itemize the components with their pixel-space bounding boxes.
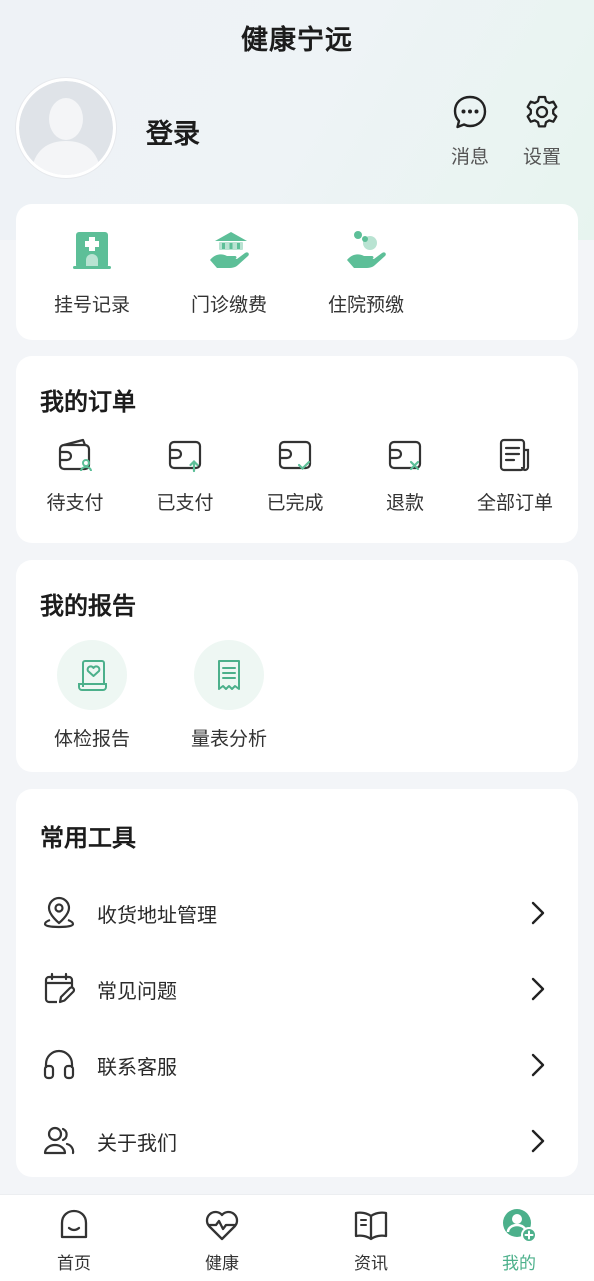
settings-button[interactable]: 设置 bbox=[507, 94, 577, 169]
chevron-right-icon bbox=[531, 1053, 545, 1077]
bottom-tab-bar: 首页 健康 资讯 我的 bbox=[0, 1194, 594, 1281]
login-link[interactable]: 登录 bbox=[146, 112, 200, 151]
gear-icon bbox=[526, 95, 558, 128]
orders-title: 我的订单 bbox=[40, 388, 136, 416]
tools-title: 常用工具 bbox=[40, 824, 136, 852]
quick-action-label: 门诊缴费 bbox=[190, 294, 267, 316]
order-pending-payment[interactable]: 待支付 bbox=[20, 436, 130, 515]
quick-action-label: 住院预缴 bbox=[327, 294, 404, 316]
quick-action-registration[interactable]: 挂号记录 bbox=[22, 228, 162, 317]
report-label: 体检报告 bbox=[53, 728, 130, 750]
order-label: 已完成 bbox=[266, 492, 324, 514]
order-refund[interactable]: 退款 bbox=[350, 436, 460, 515]
location-icon bbox=[43, 896, 75, 929]
quick-action-outpatient-payment[interactable]: 门诊缴费 bbox=[159, 228, 299, 317]
reports-card: 我的报告 体检报告 量表分析 bbox=[16, 560, 578, 772]
quick-actions-card: 挂号记录 门诊缴费 住院预缴 bbox=[16, 204, 578, 340]
page-title: 健康宁远 bbox=[241, 25, 353, 56]
tab-news[interactable]: 资讯 bbox=[321, 1207, 421, 1274]
chevron-right-icon bbox=[531, 901, 545, 925]
heart-pulse-icon bbox=[205, 1210, 239, 1241]
tab-label: 首页 bbox=[57, 1254, 91, 1274]
tool-contact-support[interactable]: 联系客服 bbox=[16, 1035, 578, 1095]
tab-mine[interactable]: 我的 bbox=[469, 1207, 569, 1274]
wallet-refund-icon bbox=[388, 440, 422, 471]
order-completed[interactable]: 已完成 bbox=[240, 436, 350, 515]
tool-label: 收货地址管理 bbox=[97, 903, 217, 927]
wallet-pending-icon bbox=[58, 438, 92, 472]
tab-label: 资讯 bbox=[354, 1254, 388, 1274]
hand-payment-icon bbox=[210, 232, 249, 268]
all-orders-icon bbox=[499, 438, 530, 472]
users-icon bbox=[43, 1126, 75, 1155]
hand-care-icon bbox=[347, 231, 386, 268]
book-icon bbox=[354, 1211, 388, 1241]
reports-title: 我的报告 bbox=[40, 592, 136, 620]
report-health-checkup[interactable]: 体检报告 bbox=[22, 640, 162, 751]
tab-health[interactable]: 健康 bbox=[172, 1207, 272, 1274]
faq-icon bbox=[44, 972, 76, 1004]
order-label: 已支付 bbox=[156, 492, 214, 514]
settings-label: 设置 bbox=[522, 146, 561, 168]
tool-label: 联系客服 bbox=[97, 1055, 177, 1079]
headset-icon bbox=[43, 1049, 75, 1080]
order-label: 全部订单 bbox=[476, 492, 553, 514]
messages-button[interactable]: 消息 bbox=[435, 94, 505, 169]
order-label: 待支付 bbox=[46, 492, 104, 514]
order-paid[interactable]: 已支付 bbox=[130, 436, 240, 515]
tool-about-us[interactable]: 关于我们 bbox=[16, 1111, 578, 1171]
health-report-icon bbox=[78, 660, 107, 691]
chevron-right-icon bbox=[531, 977, 545, 1001]
tab-label: 我的 bbox=[502, 1254, 536, 1274]
avatar-placeholder-icon bbox=[19, 81, 113, 175]
tool-label: 常见问题 bbox=[97, 979, 177, 1003]
tools-card: 常用工具 收货地址管理 常见问题 联系客服 关于我们 bbox=[16, 789, 578, 1177]
wallet-paid-icon bbox=[168, 440, 202, 473]
order-label: 退款 bbox=[385, 492, 424, 514]
tab-home[interactable]: 首页 bbox=[24, 1207, 124, 1274]
tool-label: 关于我们 bbox=[97, 1131, 177, 1155]
tab-label: 健康 bbox=[205, 1254, 239, 1274]
quick-action-label: 挂号记录 bbox=[53, 294, 130, 316]
order-all[interactable]: 全部订单 bbox=[460, 436, 570, 515]
report-scale-analysis[interactable]: 量表分析 bbox=[159, 640, 299, 751]
tool-faq[interactable]: 常见问题 bbox=[16, 959, 578, 1019]
quick-action-inpatient-prepay[interactable]: 住院预缴 bbox=[296, 228, 436, 317]
home-icon bbox=[60, 1209, 88, 1239]
tool-address-management[interactable]: 收货地址管理 bbox=[16, 883, 578, 943]
hospital-icon bbox=[73, 232, 111, 269]
profile-icon bbox=[503, 1209, 537, 1243]
avatar[interactable] bbox=[16, 78, 116, 178]
scale-analysis-icon bbox=[218, 660, 240, 690]
report-label: 量表分析 bbox=[190, 728, 267, 750]
message-icon bbox=[453, 95, 487, 129]
orders-card: 我的订单 待支付 已支付 已完成 退款 全部订单 bbox=[16, 356, 578, 543]
wallet-done-icon bbox=[278, 440, 312, 471]
messages-label: 消息 bbox=[450, 146, 489, 168]
chevron-right-icon bbox=[531, 1129, 545, 1153]
